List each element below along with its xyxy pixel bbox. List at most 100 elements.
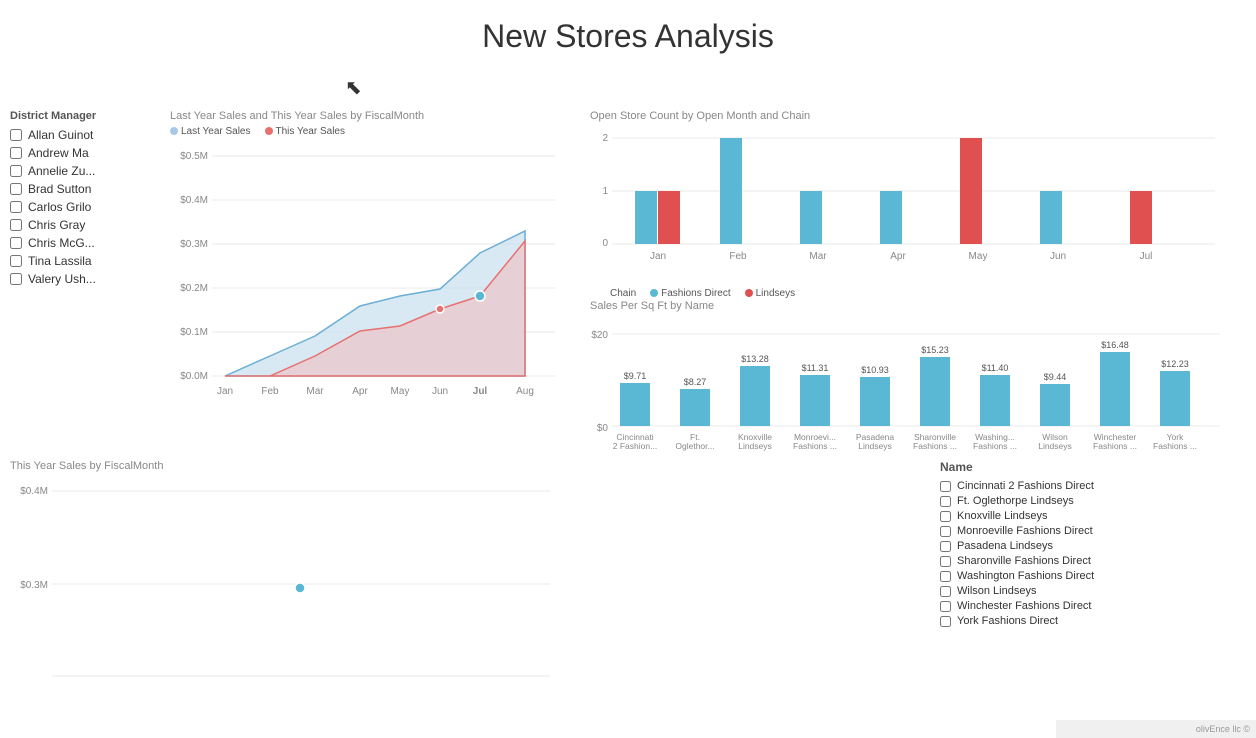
name-list-checkbox[interactable]	[940, 601, 951, 612]
name-list-checkbox[interactable]	[940, 526, 951, 537]
name-list-checkbox[interactable]	[940, 556, 951, 567]
open-store-count-chart: Open Store Count by Open Month and Chain…	[590, 110, 1240, 290]
sidebar-item[interactable]: Valery Ush...	[10, 272, 165, 286]
top-left-chart-title: Last Year Sales and This Year Sales by F…	[170, 110, 570, 122]
mid-right-chart-title: Sales Per Sq Ft by Name	[590, 300, 1240, 312]
svg-text:$10.93: $10.93	[861, 365, 889, 375]
bottom-left-svg: $0.4M $0.3M Jul	[10, 476, 560, 686]
top-left-svg: $0.5M $0.4M $0.3M $0.2M $0.1M $0.0M	[170, 141, 560, 411]
name-list-label: Monroeville Fashions Direct	[957, 525, 1093, 537]
name-list-item[interactable]: Sharonville Fashions Direct	[940, 555, 1240, 567]
svg-text:Fashions ...: Fashions ...	[1153, 441, 1197, 451]
svg-text:Feb: Feb	[261, 386, 279, 397]
svg-text:Apr: Apr	[352, 386, 368, 397]
svg-text:$15.23: $15.23	[921, 345, 949, 355]
name-list-label: Sharonville Fashions Direct	[957, 555, 1091, 567]
svg-text:$0.4M: $0.4M	[20, 486, 48, 497]
svg-text:Fashions ...: Fashions ...	[793, 441, 837, 451]
svg-text:Lindseys: Lindseys	[858, 441, 892, 451]
name-list-item[interactable]: York Fashions Direct	[940, 615, 1240, 627]
svg-text:Jan: Jan	[650, 251, 666, 262]
svg-text:2: 2	[602, 133, 608, 144]
sidebar-item[interactable]: Brad Sutton	[10, 182, 165, 196]
top-right-svg: 2 1 0 Jan Feb Mar Apr M	[590, 126, 1230, 281]
sidebar-checkbox[interactable]	[10, 129, 22, 141]
last-year-this-year-chart: Last Year Sales and This Year Sales by F…	[170, 110, 570, 440]
sidebar-item[interactable]: Tina Lassila	[10, 254, 165, 268]
name-list-item[interactable]: Winchester Fashions Direct	[940, 600, 1240, 612]
sidebar-item-label: Chris McG...	[28, 236, 95, 250]
sidebar-item[interactable]: Carlos Grilo	[10, 200, 165, 214]
name-list-item[interactable]: Knoxville Lindseys	[940, 510, 1240, 522]
sidebar-checkbox[interactable]	[10, 273, 22, 285]
svg-text:$8.27: $8.27	[684, 377, 707, 387]
legend-last-year: Last Year Sales	[170, 126, 251, 137]
name-list-checkbox[interactable]	[940, 511, 951, 522]
sidebar-item-label: Allan Guinot	[28, 128, 93, 142]
sidebar-checkbox[interactable]	[10, 165, 22, 177]
svg-text:$13.28: $13.28	[741, 354, 769, 364]
sidebar-item[interactable]: Allan Guinot	[10, 128, 165, 142]
svg-text:Oglethor...: Oglethor...	[675, 441, 714, 451]
name-list-item[interactable]: Cincinnati 2 Fashions Direct	[940, 480, 1240, 492]
name-list-panel: Name Cincinnati 2 Fashions Direct Ft. Ogl…	[940, 460, 1240, 700]
name-list-label: Wilson Lindseys	[957, 585, 1036, 597]
svg-text:$0.5M: $0.5M	[180, 151, 208, 162]
name-list-checkbox[interactable]	[940, 541, 951, 552]
svg-text:Apr: Apr	[890, 251, 906, 262]
svg-text:Jun: Jun	[1050, 251, 1066, 262]
svg-text:2 Fashion...: 2 Fashion...	[613, 441, 657, 451]
svg-text:Jan: Jan	[217, 386, 233, 397]
chain-legend: Chain Fashions Direct Lindseys	[610, 288, 1240, 299]
sidebar-checkbox[interactable]	[10, 255, 22, 267]
cursor-icon: ⬉	[345, 75, 362, 100]
chain-label: Chain	[610, 288, 636, 299]
sidebar-item[interactable]: Andrew Ma	[10, 146, 165, 160]
name-list-item[interactable]: Washington Fashions Direct	[940, 570, 1240, 582]
sidebar-item[interactable]: Chris Gray	[10, 218, 165, 232]
top-left-chart-legend: Last Year Sales This Year Sales	[170, 126, 570, 137]
svg-text:$9.71: $9.71	[624, 371, 647, 381]
name-list-item[interactable]: Monroeville Fashions Direct	[940, 525, 1240, 537]
svg-text:1: 1	[602, 186, 608, 197]
sidebar-item-label: Annelie Zu...	[28, 164, 95, 178]
sidebar-item[interactable]: Chris McG...	[10, 236, 165, 250]
name-list-label: Knoxville Lindseys	[957, 510, 1048, 522]
top-right-chart-title: Open Store Count by Open Month and Chain	[590, 110, 1240, 122]
name-list-checkbox[interactable]	[940, 496, 951, 507]
sidebar-checkbox[interactable]	[10, 201, 22, 213]
svg-text:0: 0	[602, 238, 608, 249]
sidebar-checkbox[interactable]	[10, 237, 22, 249]
svg-text:Fashions ...: Fashions ...	[913, 441, 957, 451]
svg-text:May: May	[391, 386, 410, 397]
legend-lindseys: Lindseys	[745, 288, 795, 299]
legend-fashions-direct: Fashions Direct	[650, 288, 730, 299]
footer-text: olivEnce llc ©	[1196, 724, 1250, 734]
name-list-checkbox[interactable]	[940, 481, 951, 492]
name-list-checkbox[interactable]	[940, 616, 951, 627]
svg-text:$0.4M: $0.4M	[180, 195, 208, 206]
svg-text:Lindseys: Lindseys	[1038, 441, 1072, 451]
name-list-item[interactable]: Ft. Oglethorpe Lindseys	[940, 495, 1240, 507]
name-list-label: York Fashions Direct	[957, 615, 1058, 627]
svg-text:Fashions ...: Fashions ...	[1093, 441, 1137, 451]
name-list-label: Ft. Oglethorpe Lindseys	[957, 495, 1074, 507]
svg-text:$12.23: $12.23	[1161, 359, 1189, 369]
bottom-left-chart-title: This Year Sales by FiscalMonth	[10, 460, 570, 472]
legend-this-year: This Year Sales	[265, 126, 346, 137]
sidebar-checkbox[interactable]	[10, 183, 22, 195]
sidebar-checkbox[interactable]	[10, 219, 22, 231]
sidebar: District Manager Allan GuinotAndrew MaAn…	[10, 110, 165, 290]
svg-text:Lindseys: Lindseys	[738, 441, 772, 451]
footer: olivEnce llc ©	[1056, 720, 1256, 738]
svg-text:$16.48: $16.48	[1101, 340, 1129, 350]
name-list-item[interactable]: Wilson Lindseys	[940, 585, 1240, 597]
name-list-title: Name	[940, 460, 1240, 474]
svg-text:Jun: Jun	[432, 386, 448, 397]
name-list-checkbox[interactable]	[940, 586, 951, 597]
name-list-item[interactable]: Pasadena Lindseys	[940, 540, 1240, 552]
name-list-checkbox[interactable]	[940, 571, 951, 582]
sidebar-item[interactable]: Annelie Zu...	[10, 164, 165, 178]
sidebar-checkbox[interactable]	[10, 147, 22, 159]
sidebar-item-label: Valery Ush...	[28, 272, 96, 286]
